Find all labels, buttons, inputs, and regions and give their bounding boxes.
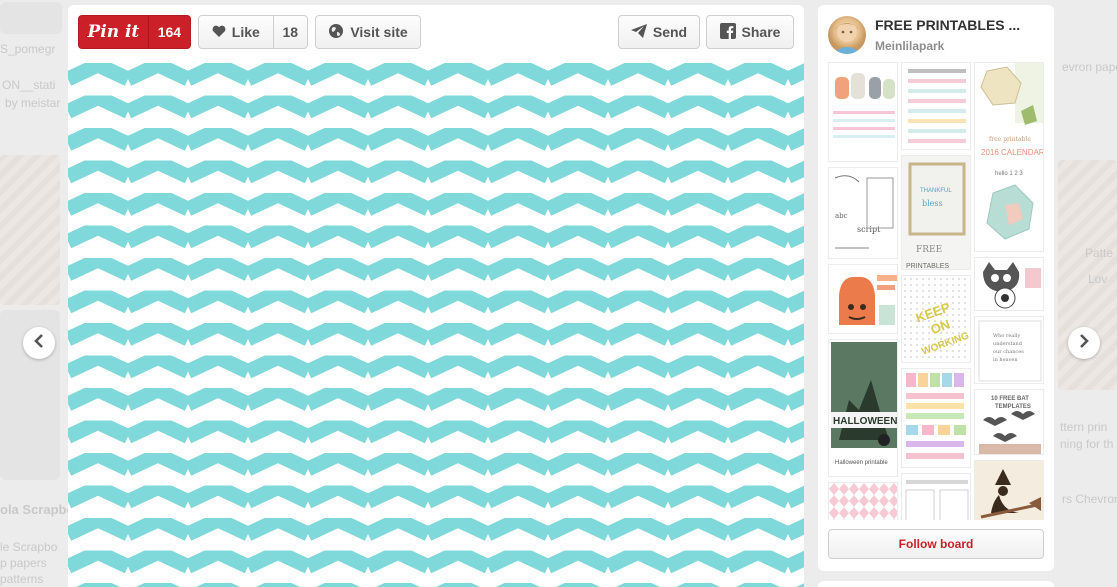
background-text: le Scrapbo [0,540,58,554]
background-thumbnail [0,155,60,305]
svg-text:our chances: our chances [993,349,1024,355]
visit-site-button[interactable]: Visit site [315,15,421,49]
background-text: patterns [0,572,44,586]
svg-text:free printable: free printable [989,136,1031,143]
background-text: rs Chevron [1062,492,1117,506]
board-card: FREE PRINTABLES ... Meinlilapark abc scri… [818,5,1054,571]
svg-text:Halloween printable: Halloween printable [835,460,888,466]
svg-text:understand: understand [993,341,1023,347]
background-text: ttern prin [1060,420,1108,434]
board-owner[interactable]: Meinlilapark [875,39,944,53]
previous-pin-button[interactable] [23,327,55,359]
background-text: by meistar [5,96,61,110]
svg-text:FREE: FREE [916,245,942,255]
board-pin-thumbnail[interactable]: Who really understand our chances in heaven [974,316,1044,384]
background-text: ning for th [1060,437,1114,451]
board-pin-thumbnail[interactable]: KEEP ON WORKING [901,275,971,363]
pin-image[interactable] [68,61,804,587]
pin-it-button[interactable]: Pin it 164 [78,15,191,49]
share-button[interactable]: Share [706,15,794,49]
svg-text:in heaven: in heaven [993,357,1018,363]
svg-text:PRINTABLES: PRINTABLES [906,263,949,270]
pin-it-label: Pin it [87,22,140,42]
pin-toolbar: Pin it 164 Like 18 Visit site Send Share [68,5,804,61]
heart-icon [212,24,226,40]
board-pin-thumbnail[interactable] [901,368,971,468]
next-pin-button[interactable] [1068,327,1100,359]
send-button[interactable]: Send [618,15,700,49]
board-pin-thumbnail[interactable]: abc script [828,167,898,259]
board-pin-thumbnail[interactable] [901,473,971,520]
background-text: Patte [1085,246,1114,260]
svg-text:Who really: Who really [993,333,1020,339]
chevron-right-icon [1078,333,1090,353]
board-pin-thumbnail[interactable]: THANKFUL bless FREE PRINTABLES [901,155,971,270]
background-text: Lov [1088,272,1108,286]
background-text: evron pape [1062,60,1117,74]
background-text: ON__stati [2,78,56,92]
svg-text:TEMPLATES: TEMPLATES [995,404,1031,410]
background-text: S_pomegr [0,42,56,56]
pin-closeup: Pin it 164 Like 18 Visit site Send Share [68,5,804,587]
share-label: Share [741,24,781,40]
board-pin-thumbnail[interactable]: 10 FREE BAT TEMPLATES [974,389,1044,455]
like-label: Like [231,24,260,40]
background-card [0,2,62,34]
board-pin-thumbnail[interactable] [828,62,898,162]
background-text: ola Scrapbo [0,502,75,517]
svg-text:abc: abc [835,212,848,220]
board-title[interactable]: FREE PRINTABLES ... [875,17,1045,33]
board-pin-thumbnail[interactable] [974,257,1044,311]
chevron-left-icon [33,333,45,353]
board-card-secondary [818,581,1054,587]
globe-icon [328,23,344,42]
background-text: p papers [0,556,47,570]
svg-text:HALLOWEEN: HALLOWEEN [833,416,897,427]
visit-site-label: Visit site [350,24,408,40]
board-pin-thumbnail[interactable] [901,62,971,150]
svg-text:10 FREE BAT: 10 FREE BAT [991,396,1029,402]
board-pin-thumbnail[interactable] [828,264,898,334]
board-pin-thumbnail[interactable] [974,460,1044,520]
like-button[interactable]: Like 18 [198,15,308,49]
board-pin-thumbnail[interactable]: free printable 2016 CALENDAR hello 1 2 3 [974,62,1044,252]
paper-plane-icon [630,23,647,41]
like-count: 18 [272,16,307,48]
avatar[interactable] [828,16,866,54]
svg-text:THANKFUL: THANKFUL [920,188,952,194]
svg-text:hello 1 2 3: hello 1 2 3 [995,171,1023,177]
send-label: Send [652,24,688,40]
facebook-icon [719,22,736,42]
board-pin-thumbnail[interactable] [828,482,898,520]
board-pin-thumbnail[interactable]: HALLOWEEN Halloween printable [828,339,898,477]
like-button-inner: Like [199,16,273,48]
svg-text:2016 CALENDAR: 2016 CALENDAR [981,148,1044,157]
svg-text:script: script [857,225,881,234]
board-pin-grid: abc script HALLOWEEN Halloween printable T… [828,62,1044,520]
svg-text:bless: bless [922,199,943,208]
pin-count: 164 [147,16,190,48]
follow-board-button[interactable]: Follow board [828,529,1044,559]
